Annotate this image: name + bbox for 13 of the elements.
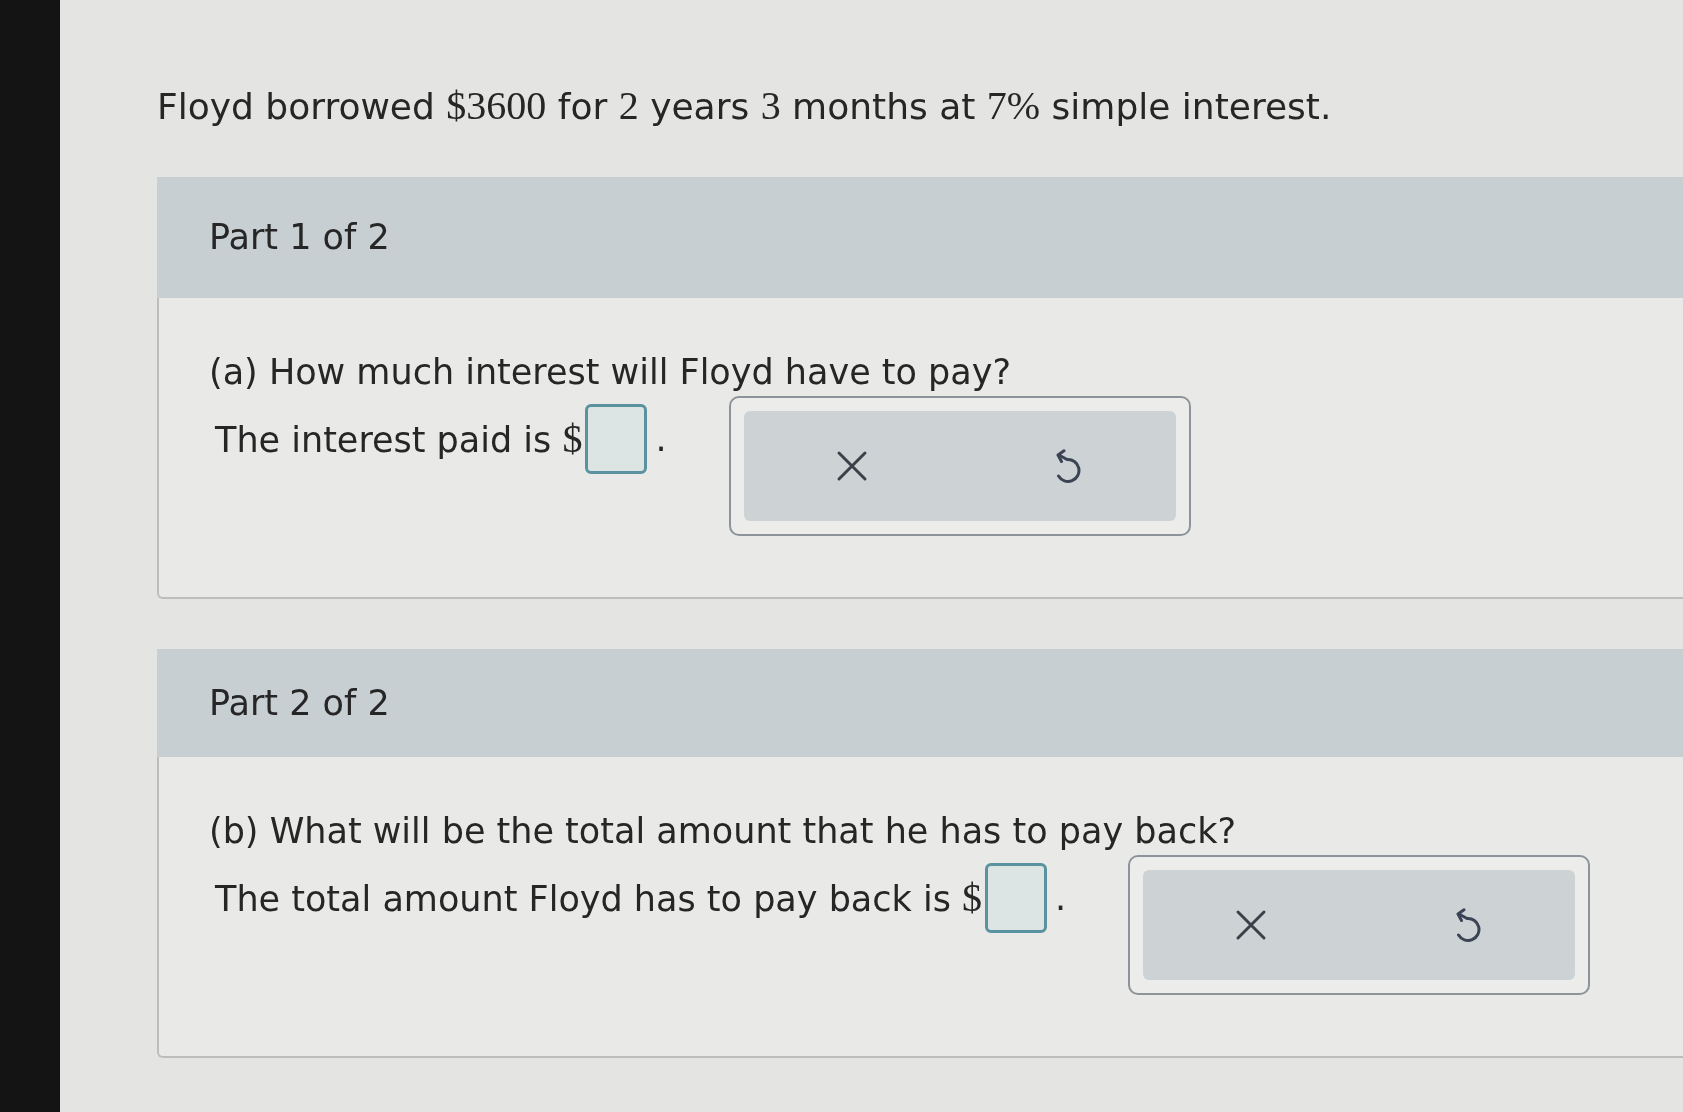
problem-statement: Floyd borrowed $3600 for 2 years 3 months at 7% simple interest. xyxy=(157,82,1333,130)
answer-prompt: The total amount Floyd has to pay back is $ xyxy=(215,875,982,921)
question-text: (b) What will be the total amount that he has to pay back? xyxy=(209,810,1237,853)
close-icon xyxy=(835,450,868,482)
answer-box[interactable] xyxy=(985,863,1047,933)
answer-period: . xyxy=(1055,877,1067,920)
question-text: (a) How much interest will Floyd have to pay? xyxy=(209,351,1013,394)
part-header: Part 1 of 2 xyxy=(157,177,1683,298)
answer-period: . xyxy=(655,418,667,461)
answer-box[interactable] xyxy=(585,404,648,474)
answer-prompt: The interest paid is $ xyxy=(215,416,583,462)
close-icon xyxy=(1235,909,1268,941)
part-header: Part 2 of 2 xyxy=(157,649,1683,757)
